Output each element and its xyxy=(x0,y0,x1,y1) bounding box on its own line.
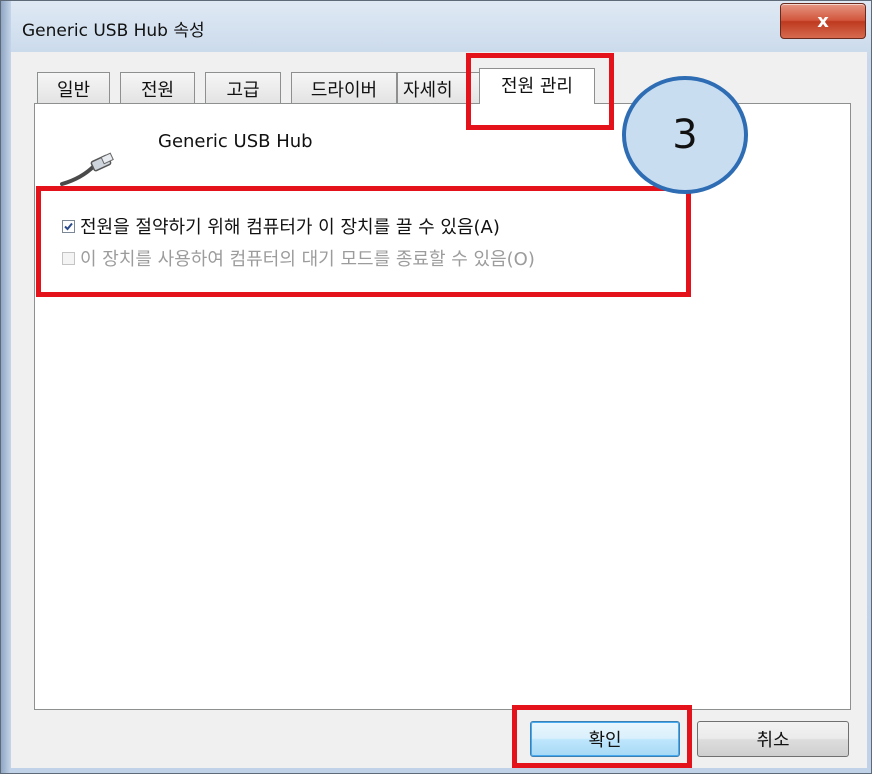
close-button[interactable]: x xyxy=(780,3,866,39)
window-frame-edge xyxy=(1,1,11,773)
tab-label: 고급 xyxy=(226,80,260,101)
options-highlight-box xyxy=(36,186,691,297)
window-title: Generic USB Hub 속성 xyxy=(22,21,205,41)
tab-label: 일반 xyxy=(56,80,91,101)
ok-highlight-box xyxy=(512,705,692,768)
cancel-button-label: 취소 xyxy=(756,730,790,751)
tab-general[interactable]: 일반 xyxy=(37,72,110,103)
cancel-button[interactable]: 취소 xyxy=(697,721,849,757)
tab-driver[interactable]: 드라이버 xyxy=(291,72,397,103)
close-icon: x xyxy=(817,10,829,32)
tab-label: 자세히 xyxy=(403,80,453,101)
tab-highlight-box xyxy=(466,53,614,130)
tab-advanced[interactable]: 고급 xyxy=(205,72,281,103)
tab-power[interactable]: 전원 xyxy=(120,72,195,103)
device-name: Generic USB Hub xyxy=(158,131,313,152)
tab-label: 전원 xyxy=(140,80,175,101)
step-badge: 3 xyxy=(622,76,748,194)
tab-label: 드라이버 xyxy=(310,80,378,101)
